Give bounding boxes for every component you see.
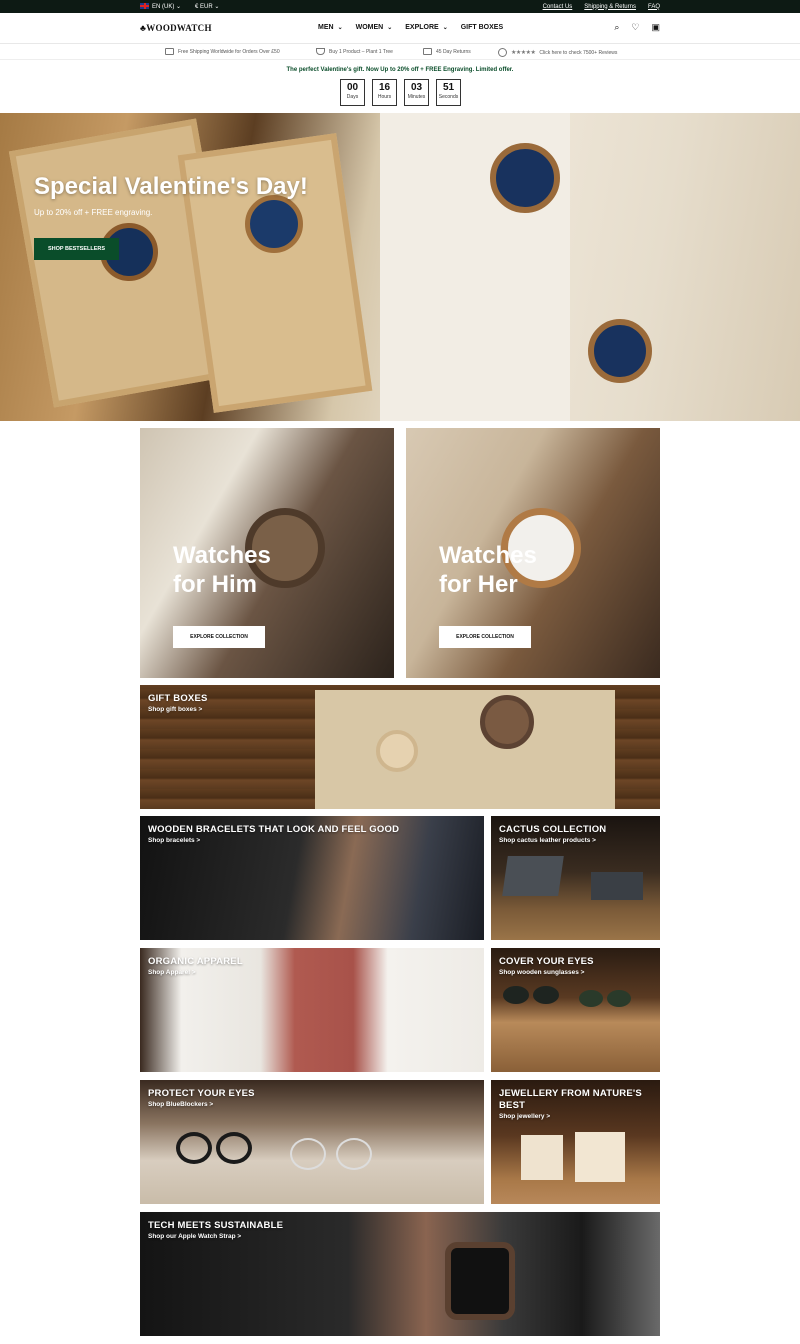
box-icon bbox=[423, 48, 432, 55]
menu-item-men[interactable]: MEN ⌄ bbox=[318, 24, 343, 31]
category-image-tech bbox=[445, 1242, 515, 1320]
category-tile-tech[interactable]: TECH MEETS SUSTAINABLE Shop our Apple Wa… bbox=[140, 1212, 660, 1336]
hero-image-watch bbox=[245, 195, 303, 253]
chevron-down-icon: ⌄ bbox=[214, 4, 220, 10]
category-tile-blueblockers[interactable]: PROTECT YOUR EYES Shop BlueBlockers > bbox=[140, 1080, 484, 1204]
logo[interactable]: ♣WOODWATCH bbox=[140, 23, 212, 33]
collection-title-her: Watches for Her bbox=[439, 542, 537, 598]
category-image-blueblockers bbox=[290, 1138, 326, 1170]
collection-title-him: Watches for Him bbox=[173, 542, 271, 598]
tree-icon bbox=[316, 48, 325, 55]
category-image-sunglasses bbox=[607, 990, 631, 1007]
faq-link[interactable]: FAQ bbox=[648, 4, 660, 10]
category-tile-apparel[interactable]: ORGANIC APPAREL Shop Apparel > bbox=[140, 948, 484, 1072]
language-selector[interactable]: EN (UK) ⌄ bbox=[140, 3, 181, 10]
truck-icon bbox=[165, 48, 174, 55]
hero-subtitle: Up to 20% off + FREE engraving. bbox=[34, 208, 153, 217]
category-image-sunglasses bbox=[503, 986, 529, 1004]
explore-collection-him-button[interactable]: EXPLORE COLLECTION bbox=[173, 626, 265, 648]
usp-trees: Buy 1 Product – Plant 1 Tree bbox=[316, 48, 393, 55]
hero-title: Special Valentine's Day! bbox=[34, 173, 308, 200]
collection-tile-him[interactable]: Watches for Him EXPLORE COLLECTION bbox=[140, 428, 394, 678]
category-title: ORGANIC APPAREL bbox=[148, 956, 243, 967]
search-icon[interactable]: ⌕ bbox=[614, 22, 619, 33]
menu-item-gift-boxes[interactable]: GIFT BOXES bbox=[461, 24, 503, 31]
category-tile-sunglasses[interactable]: COVER YOUR EYES Shop wooden sunglasses > bbox=[491, 948, 660, 1072]
category-link[interactable]: Shop jewellery > bbox=[499, 1113, 550, 1120]
category-image-gift-boxes bbox=[315, 690, 615, 809]
usp-shipping: Free Shipping Worldwide for Orders Over … bbox=[165, 48, 280, 55]
main-menu: MEN ⌄ WOMEN ⌄ EXPLORE ⌄ GIFT BOXES bbox=[318, 24, 503, 31]
category-image-sunglasses bbox=[579, 990, 603, 1007]
rating-stars: ★★★★★ bbox=[511, 50, 536, 56]
uk-flag-icon bbox=[140, 3, 149, 10]
menu-item-women[interactable]: WOMEN ⌄ bbox=[356, 24, 393, 31]
chevron-down-icon: ⌄ bbox=[176, 4, 182, 10]
category-image-gift-boxes bbox=[376, 730, 418, 772]
chevron-down-icon: ⌄ bbox=[337, 25, 343, 31]
category-tile-jewellery[interactable]: JEWELLERY FROM NATURE'S BEST Shop jewell… bbox=[491, 1080, 660, 1204]
category-link[interactable]: Shop BlueBlockers > bbox=[148, 1101, 213, 1108]
category-link[interactable]: Shop Apparel > bbox=[148, 969, 196, 976]
countdown-timer: 00 Days 16 Hours 03 Minutes 51 Seconds bbox=[340, 79, 461, 106]
category-link[interactable]: Shop wooden sunglasses > bbox=[499, 969, 584, 976]
currency-selector[interactable]: € EUR ⌄ bbox=[195, 3, 219, 10]
category-link[interactable]: Shop bracelets > bbox=[148, 837, 200, 844]
category-tile-bracelets[interactable]: WOODEN BRACELETS THAT LOOK AND FEEL GOOD… bbox=[140, 816, 484, 940]
category-image-jewellery bbox=[575, 1132, 625, 1182]
chevron-down-icon: ⌄ bbox=[442, 25, 448, 31]
category-link[interactable]: Shop gift boxes > bbox=[148, 706, 202, 713]
explore-collection-her-button[interactable]: EXPLORE COLLECTION bbox=[439, 626, 531, 648]
countdown-minutes: 03 Minutes bbox=[404, 79, 429, 106]
main-nav: ♣WOODWATCH MEN ⌄ WOMEN ⌄ EXPLORE ⌄ GIFT BOX… bbox=[0, 13, 800, 44]
category-image-blueblockers bbox=[176, 1132, 212, 1164]
usp-reviews[interactable]: ★★★★★ Click here to check 7500+ Reviews bbox=[498, 48, 617, 57]
category-image-sunglasses bbox=[533, 986, 559, 1004]
category-title: PROTECT YOUR EYES bbox=[148, 1088, 255, 1099]
category-tile-gift-boxes[interactable]: GIFT BOXES Shop gift boxes > bbox=[140, 685, 660, 809]
category-image-blueblockers bbox=[216, 1132, 252, 1164]
category-title: JEWELLERY FROM NATURE'S BEST bbox=[499, 1088, 642, 1111]
category-title: WOODEN BRACELETS THAT LOOK AND FEEL GOOD bbox=[148, 824, 400, 835]
contact-link[interactable]: Contact Us bbox=[543, 4, 573, 10]
bag-icon[interactable]: ▣ bbox=[651, 22, 660, 33]
category-tile-cactus[interactable]: CACTUS COLLECTION Shop cactus leather pr… bbox=[491, 816, 660, 940]
reviews-badge-icon bbox=[498, 48, 507, 57]
heart-icon[interactable]: ♡ bbox=[631, 22, 639, 33]
shipping-returns-link[interactable]: Shipping & Returns bbox=[584, 4, 636, 10]
hero-image-watch bbox=[490, 143, 560, 213]
category-link[interactable]: Shop cactus leather products > bbox=[499, 837, 596, 844]
category-image-jewellery bbox=[521, 1135, 563, 1180]
usp-returns: 45 Day Returns bbox=[423, 48, 471, 55]
countdown-hours: 16 Hours bbox=[372, 79, 397, 106]
top-bar: EN (UK) ⌄ € EUR ⌄ Contact Us Shipping & … bbox=[0, 0, 800, 13]
shop-bestsellers-button[interactable]: SHOP BESTSELLERS bbox=[34, 238, 119, 260]
collection-tile-her[interactable]: Watches for Her EXPLORE COLLECTION bbox=[406, 428, 660, 678]
menu-item-explore[interactable]: EXPLORE ⌄ bbox=[405, 24, 447, 31]
category-title: COVER YOUR EYES bbox=[499, 956, 594, 967]
category-image-gift-boxes bbox=[480, 695, 534, 749]
hero-banner: Special Valentine's Day! Up to 20% off +… bbox=[0, 113, 800, 421]
category-link[interactable]: Shop our Apple Watch Strap > bbox=[148, 1233, 241, 1240]
hero-image-watch bbox=[588, 319, 652, 383]
category-title: CACTUS COLLECTION bbox=[499, 824, 607, 835]
usp-bar: Free Shipping Worldwide for Orders Over … bbox=[0, 44, 800, 60]
chevron-down-icon: ⌄ bbox=[387, 25, 393, 31]
category-image-cactus bbox=[591, 872, 643, 900]
category-image-blueblockers bbox=[336, 1138, 372, 1170]
category-title: TECH MEETS SUSTAINABLE bbox=[148, 1220, 284, 1231]
promo-banner: The perfect Valentine's gift. Now Up to … bbox=[0, 60, 800, 113]
category-image-cactus bbox=[502, 856, 564, 896]
countdown-days: 00 Days bbox=[340, 79, 365, 106]
countdown-seconds: 51 Seconds bbox=[436, 79, 461, 106]
category-title: GIFT BOXES bbox=[148, 693, 208, 704]
promo-text: The perfect Valentine's gift. Now Up to … bbox=[286, 67, 514, 73]
